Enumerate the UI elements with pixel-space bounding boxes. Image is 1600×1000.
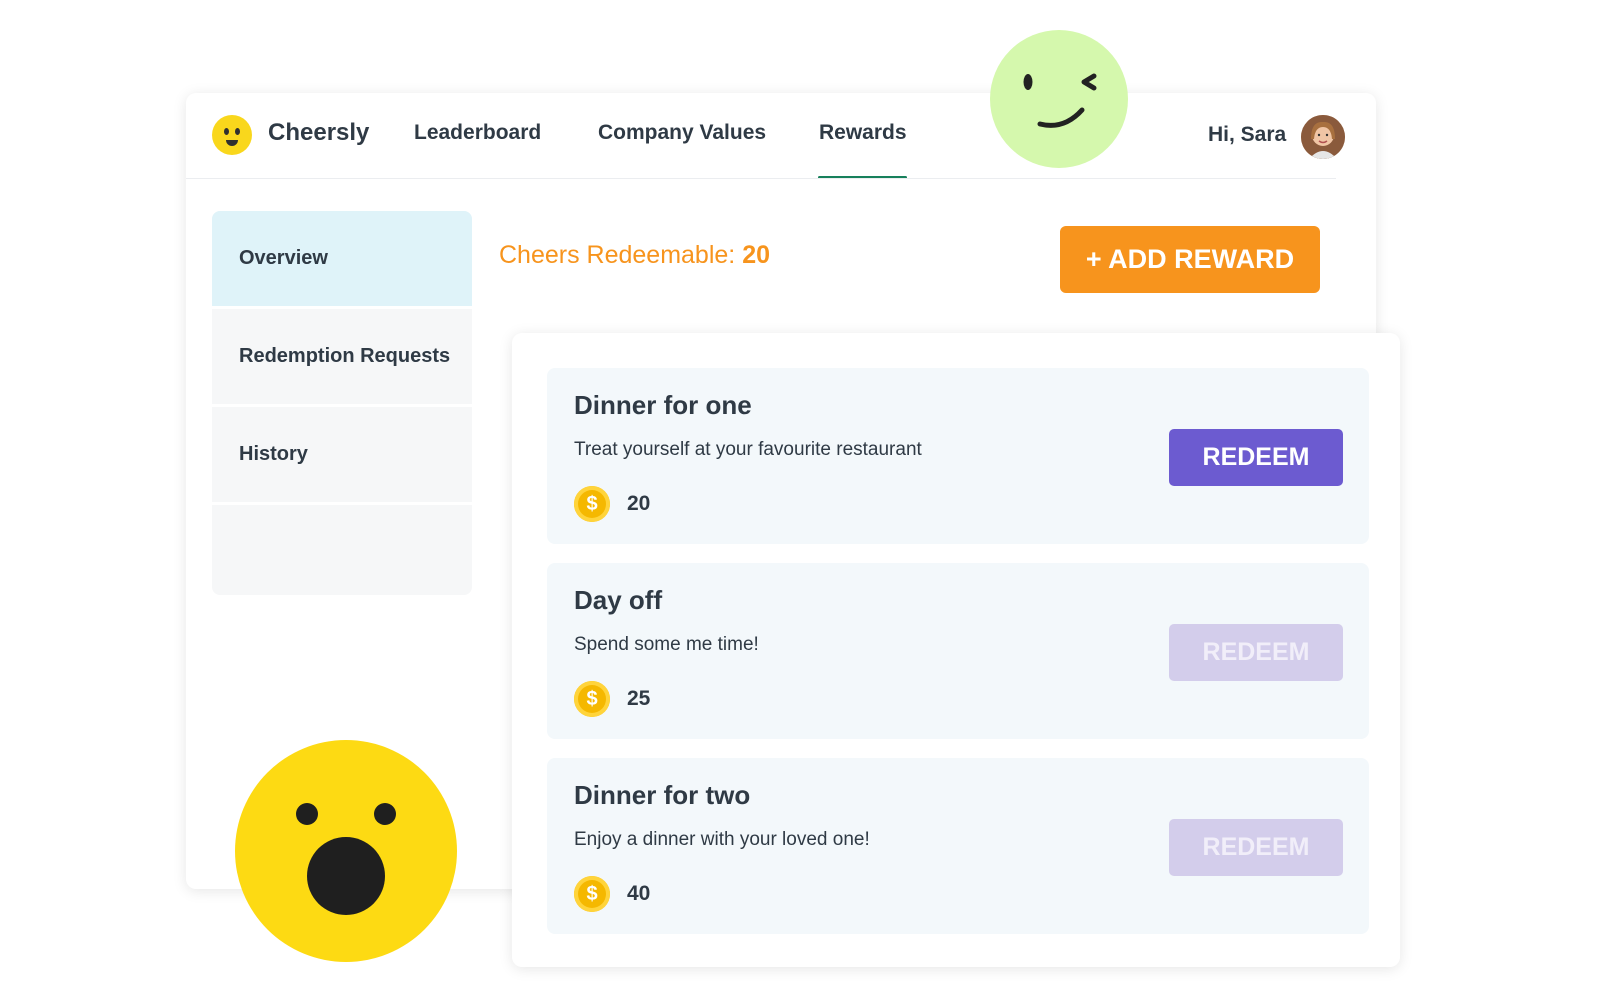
- sidebar-item-history[interactable]: History: [212, 407, 472, 502]
- redeem-button[interactable]: REDEEM: [1169, 429, 1343, 486]
- top-navbar: Cheersly Leaderboard Company Values Rewa…: [186, 93, 1376, 179]
- reward-title: Dinner for two: [574, 780, 751, 810]
- sidebar-divider: [212, 502, 472, 505]
- cheers-redeemable: Cheers Redeemable: 20: [499, 241, 770, 270]
- coin-icon: $: [574, 486, 610, 522]
- sidebar: Overview Redemption Requests History: [212, 211, 472, 595]
- brand-name[interactable]: Cheersly: [268, 119, 369, 147]
- reward-card: Day off Spend some me time! $ 25 REDEEM: [547, 563, 1369, 739]
- reward-description: Spend some me time!: [574, 634, 759, 655]
- redeem-button[interactable]: REDEEM: [1169, 624, 1343, 681]
- tab-company-values[interactable]: Company Values: [598, 121, 766, 145]
- sidebar-item-overview[interactable]: Overview: [212, 211, 472, 306]
- coin-icon: $: [574, 876, 610, 912]
- reward-cost: 40: [627, 882, 651, 905]
- reward-description: Treat yourself at your favourite restaur…: [574, 439, 922, 460]
- sidebar-item-label: Overview: [239, 247, 328, 269]
- cheers-value: 20: [742, 241, 771, 269]
- nav-divider: [186, 178, 1336, 179]
- reward-cost: 20: [627, 492, 651, 515]
- add-reward-button[interactable]: + ADD REWARD: [1060, 226, 1320, 293]
- redeem-button[interactable]: REDEEM: [1169, 819, 1343, 876]
- reward-description: Enjoy a dinner with your loved one!: [574, 829, 870, 850]
- sidebar-item-label: Redemption Requests: [239, 345, 451, 367]
- tab-rewards[interactable]: Rewards: [819, 121, 907, 145]
- avatar-photo: [1301, 115, 1345, 159]
- smiley-logo-icon[interactable]: [212, 115, 252, 155]
- reward-card: Dinner for two Enjoy a dinner with your …: [547, 758, 1369, 934]
- reward-card: Dinner for one Treat yourself at your fa…: [547, 368, 1369, 544]
- winking-face-icon: [990, 30, 1128, 168]
- sidebar-item-label: History: [239, 443, 308, 465]
- reward-title: Day off: [574, 585, 663, 615]
- cheers-label: Cheers Redeemable:: [499, 241, 743, 269]
- rewards-panel: Dinner for one Treat yourself at your fa…: [512, 333, 1400, 967]
- reward-cost: 25: [627, 687, 651, 710]
- coin-icon: $: [574, 681, 610, 717]
- user-greeting: Hi, Sara: [1208, 123, 1287, 146]
- reward-title: Dinner for one: [574, 390, 752, 420]
- avatar[interactable]: [1301, 115, 1345, 159]
- tab-leaderboard[interactable]: Leaderboard: [414, 121, 541, 145]
- surprised-face-icon: [235, 740, 457, 962]
- sidebar-item-redemption-requests[interactable]: Redemption Requests: [212, 309, 472, 404]
